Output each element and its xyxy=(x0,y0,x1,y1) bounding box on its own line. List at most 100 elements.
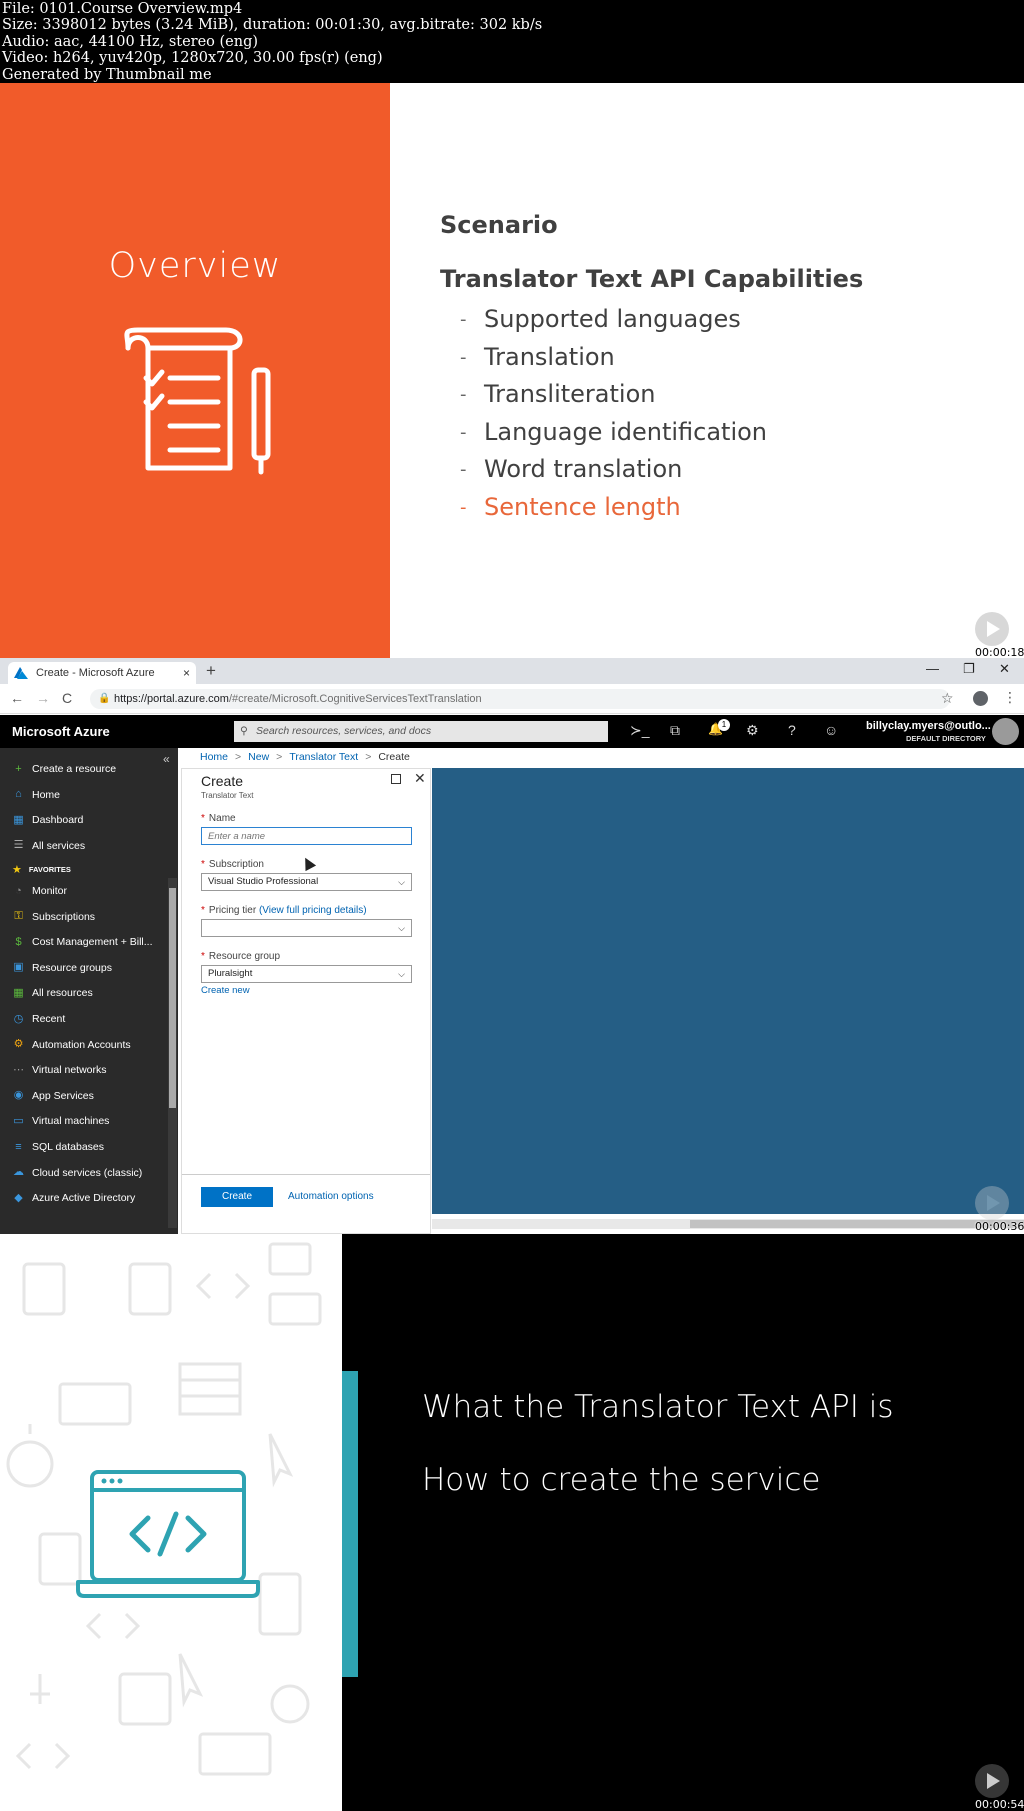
grid-icon: ▦ xyxy=(13,986,24,999)
scenario-heading: Scenario xyxy=(440,211,558,239)
sidebar-item-label: Home xyxy=(32,788,61,801)
resource-groups-icon: ▣ xyxy=(13,961,24,974)
chevron-down-icon: ⌵ xyxy=(398,923,405,933)
list-item: - Language identification xyxy=(440,414,863,452)
bullet-dash: - xyxy=(460,496,467,518)
sidebar-item-label: Virtual networks xyxy=(32,1064,107,1077)
frame-summary-slide: What the Translator Text API is How to c… xyxy=(0,1234,1024,1811)
sidebar-item[interactable]: ☁ Cloud services (classic) xyxy=(0,1162,166,1184)
sidebar-item-label: App Services xyxy=(32,1089,94,1102)
bullet-dash: - xyxy=(460,384,467,405)
sidebar-item[interactable]: $ Cost Management + Bill... xyxy=(0,931,166,953)
sidebar-item[interactable]: ⌂ Home xyxy=(0,784,166,806)
browser-menu-icon[interactable]: ⋮ xyxy=(1003,689,1017,706)
accent-stripe xyxy=(342,1371,358,1677)
scrollbar-thumb[interactable] xyxy=(690,1220,1024,1228)
sidebar-item-label: Dashboard xyxy=(32,814,84,827)
horizontal-scrollbar[interactable] xyxy=(432,1219,1024,1229)
breadcrumb-translator-text[interactable]: Translator Text xyxy=(289,751,358,763)
sidebar-item[interactable]: ▦ Dashboard xyxy=(0,809,166,831)
list-item-label: Supported languages xyxy=(484,305,741,333)
summary-points: What the Translator Text API is How to c… xyxy=(422,1389,894,1498)
profile-icon[interactable] xyxy=(973,691,988,706)
automation-options-link[interactable]: Automation options xyxy=(288,1191,374,1202)
pricing-details-link[interactable]: (View full pricing details) xyxy=(259,905,367,916)
help-icon[interactable]: ? xyxy=(788,722,796,738)
search-placeholder: Search resources, services, and docs xyxy=(256,725,432,737)
url-field[interactable]: 🔒 https://portal.azure.com/#create/Micro… xyxy=(90,689,950,709)
reload-icon[interactable]: C xyxy=(62,690,72,706)
create-new-link[interactable]: Create new xyxy=(201,985,250,996)
close-icon[interactable]: ✕ xyxy=(414,770,426,787)
user-directory: DEFAULT DIRECTORY xyxy=(906,734,986,743)
feedback-smiley-icon[interactable]: ☺ xyxy=(824,722,838,738)
clock-icon: ◷ xyxy=(13,1012,24,1025)
search-input[interactable]: ⚲ Search resources, services, and docs xyxy=(234,721,608,742)
sidebar-item[interactable]: ▦ All resources xyxy=(0,982,166,1004)
bullet-dash: - xyxy=(460,346,467,368)
sidebar-item[interactable]: ▣ Resource groups xyxy=(0,957,166,979)
timestamp: 00:00:36 xyxy=(975,1220,1024,1233)
timestamp: 00:00:54 xyxy=(975,1798,1024,1811)
sidebar-item[interactable]: ☰ All services xyxy=(0,835,166,857)
address-bar: ← → C 🔒 https://portal.azure.com/#create… xyxy=(0,684,1024,714)
sidebar-item[interactable]: ⚿ Subscriptions xyxy=(0,906,166,928)
sidebar-item[interactable]: ▭ Virtual machines xyxy=(0,1110,166,1132)
maximize-icon[interactable] xyxy=(391,774,401,784)
breadcrumb-new[interactable]: New xyxy=(248,751,269,763)
subscription-label-text: Subscription xyxy=(208,859,264,870)
sidebar-item-label: Create a resource xyxy=(32,763,117,775)
home-icon: ⌂ xyxy=(15,788,22,801)
gear-icon[interactable]: ⚙ xyxy=(746,722,759,739)
automation-icon: ⚙ xyxy=(13,1038,24,1051)
restore-icon[interactable]: ❐ xyxy=(963,661,975,677)
resource-group-label-text: Resource group xyxy=(208,951,281,962)
create-button[interactable]: Create xyxy=(201,1187,273,1207)
sidebar-item[interactable]: ◆ Azure Active Directory xyxy=(0,1187,166,1209)
bookmark-star-icon[interactable]: ☆ xyxy=(941,690,954,707)
checklist-document-icon xyxy=(124,327,271,475)
forward-icon[interactable]: → xyxy=(36,690,50,706)
user-name[interactable]: billyclay.myers@outlo... xyxy=(866,720,991,732)
azure-brand[interactable]: Microsoft Azure xyxy=(12,724,110,739)
tab-title: Create - Microsoft Azure xyxy=(36,667,155,679)
new-tab-icon[interactable]: + xyxy=(206,661,216,681)
favorites-label: FAVORITES xyxy=(28,865,71,874)
browser-tab[interactable]: Create - Microsoft Azure × xyxy=(8,662,196,684)
azure-sidebar: « + Create a resource ⌂ Home ▦ Dashboard ☰ All … xyxy=(0,748,178,1234)
search-icon: ⚲ xyxy=(240,725,248,737)
name-label: * Name xyxy=(201,813,236,824)
sidebar-item-label: Monitor xyxy=(32,885,68,897)
back-icon[interactable]: ← xyxy=(10,690,24,706)
sidebar-item[interactable]: ◔ Monitor xyxy=(0,880,166,902)
avatar[interactable] xyxy=(992,718,1019,745)
directory-filter-icon[interactable]: ⧉ xyxy=(670,722,680,739)
cloud-shell-icon[interactable]: ≻_ xyxy=(630,722,650,739)
sidebar-item-label: Virtual machines xyxy=(32,1115,110,1128)
sidebar-item[interactable]: ◷ Recent xyxy=(0,1008,166,1030)
close-icon[interactable]: × xyxy=(183,666,190,680)
name-field[interactable] xyxy=(201,827,412,845)
breadcrumb-separator: > xyxy=(276,751,283,763)
blade-footer-divider xyxy=(182,1174,430,1175)
azure-top-bar: Microsoft Azure ⚲ Search resources, serv… xyxy=(0,715,1024,748)
sidebar-item[interactable]: ◉ App Services xyxy=(0,1085,166,1107)
subscription-select[interactable]: Visual Studio Professional ⌵ xyxy=(201,873,412,891)
resource-group-select[interactable]: Pluralsight ⌵ xyxy=(201,965,412,983)
background-pane xyxy=(432,768,1024,1214)
sidebar-item[interactable]: ⋯ Virtual networks xyxy=(0,1059,166,1081)
sidebar-item[interactable]: ⚙ Automation Accounts xyxy=(0,1034,166,1056)
slide-left-panel: Overview xyxy=(0,83,390,658)
minimize-icon[interactable]: — xyxy=(926,661,939,676)
sidebar-scrollbar[interactable] xyxy=(168,878,177,1228)
sidebar-item[interactable]: + Create a resource xyxy=(0,758,166,780)
key-icon: ⚿ xyxy=(14,910,23,923)
breadcrumb-home[interactable]: Home xyxy=(200,751,228,763)
window-close-icon[interactable]: ✕ xyxy=(999,661,1010,677)
summary-point-1: What the Translator Text API is xyxy=(422,1389,894,1425)
list-item: - Word translation xyxy=(440,451,863,489)
pricing-tier-select[interactable]: ⌵ xyxy=(201,919,412,937)
sidebar-item[interactable]: ≡ SQL databases xyxy=(0,1136,166,1158)
scrollbar-thumb[interactable] xyxy=(169,888,176,1108)
sidebar-item-label: All services xyxy=(32,839,86,852)
